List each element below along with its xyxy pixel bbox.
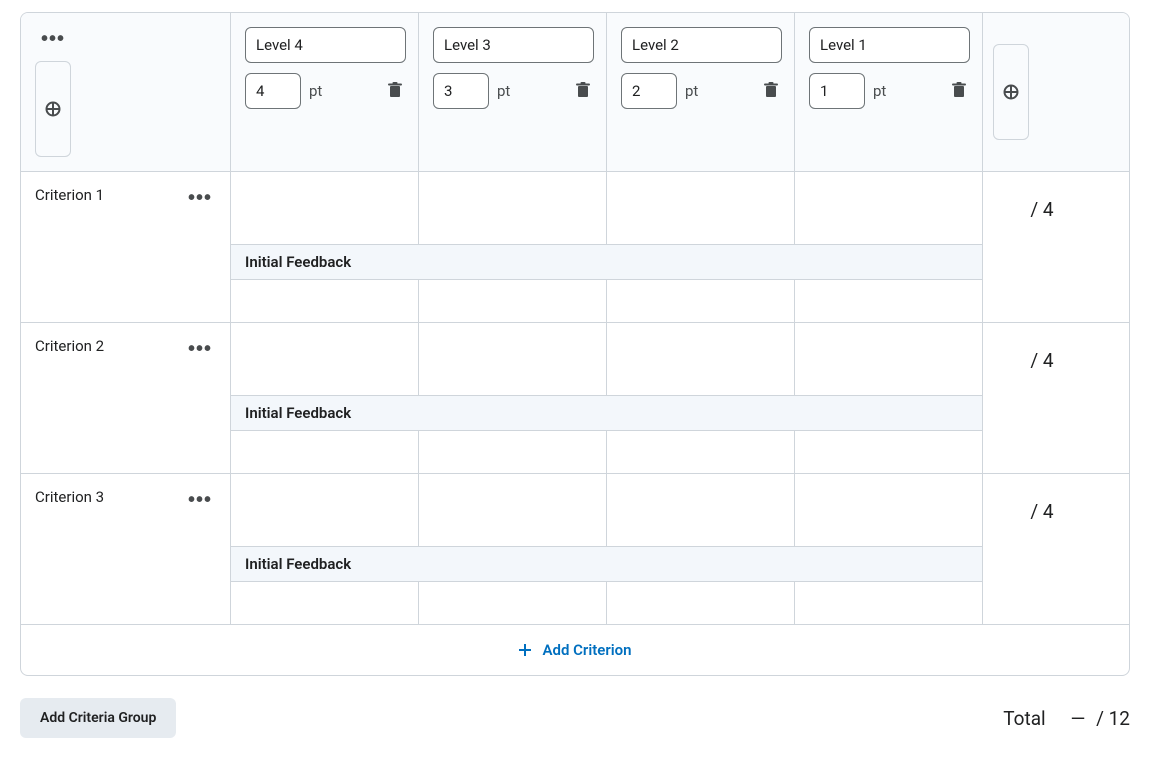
criterion-1-level-2-cell[interactable] xyxy=(607,323,795,395)
criterion-0-feedback-0[interactable] xyxy=(231,280,419,322)
delete-level-button-1[interactable] xyxy=(572,78,594,105)
criterion-levels-0: Initial Feedback xyxy=(231,172,983,322)
criterion-menu-button-1[interactable]: ••• xyxy=(182,337,218,361)
level-header-3: pt xyxy=(795,13,983,171)
delete-level-button-0[interactable] xyxy=(384,78,406,105)
criterion-score-2: / 4 xyxy=(983,474,1101,624)
criterion-2-level-2-cell[interactable] xyxy=(607,474,795,546)
criterion-1-level-1-cell[interactable] xyxy=(419,323,607,395)
criteria-header-cell: ••• xyxy=(21,13,231,171)
delete-level-button-2[interactable] xyxy=(760,78,782,105)
feedback-label-0: Initial Feedback xyxy=(231,244,982,280)
criterion-1-feedback-2[interactable] xyxy=(607,431,795,473)
level-name-input-3[interactable] xyxy=(809,27,970,63)
trash-icon xyxy=(952,82,966,98)
feedback-label-2: Initial Feedback xyxy=(231,546,982,582)
add-criteria-group-button[interactable]: Add Criteria Group xyxy=(20,698,176,738)
delete-level-button-3[interactable] xyxy=(948,78,970,105)
criterion-0-level-3-cell[interactable] xyxy=(795,172,983,244)
criterion-name-cell-0: Criterion 1 ••• xyxy=(21,172,231,322)
criterion-0-feedback-3[interactable] xyxy=(795,280,983,322)
level-points-input-0[interactable] xyxy=(245,73,301,109)
criterion-1-level-0-cell[interactable] xyxy=(231,323,419,395)
level-points-input-2[interactable] xyxy=(621,73,677,109)
level-points-input-1[interactable] xyxy=(433,73,489,109)
criterion-name-2: Criterion 3 xyxy=(35,488,104,506)
add-criterion-label: Add Criterion xyxy=(542,641,631,659)
level-points-row-0: pt xyxy=(245,73,406,109)
rubric-table: ••• pt pt xyxy=(20,12,1130,676)
plus-icon xyxy=(1003,84,1019,100)
plus-icon xyxy=(518,643,532,657)
total-out-of: / 12 xyxy=(1096,707,1130,730)
points-unit-1: pt xyxy=(497,82,510,100)
points-unit-2: pt xyxy=(685,82,698,100)
criterion-0-level-0-cell[interactable] xyxy=(231,172,419,244)
feedback-label-1: Initial Feedback xyxy=(231,395,982,431)
level-points-row-1: pt xyxy=(433,73,594,109)
criterion-1-feedback-3[interactable] xyxy=(795,431,983,473)
points-unit-0: pt xyxy=(309,82,322,100)
criterion-levels-1: Initial Feedback xyxy=(231,323,983,473)
add-level-right-cell xyxy=(983,13,1101,171)
level-points-input-3[interactable] xyxy=(809,73,865,109)
level-header-1: pt xyxy=(419,13,607,171)
criterion-1-level-3-cell[interactable] xyxy=(795,323,983,395)
criterion-name-1: Criterion 2 xyxy=(35,337,104,355)
trash-icon xyxy=(576,82,590,98)
criterion-menu-button-2[interactable]: ••• xyxy=(182,488,218,512)
criterion-row-2: Criterion 3 ••• Initial Feedback / 4 xyxy=(21,474,1129,625)
total-label: Total xyxy=(1003,707,1045,730)
criterion-2-feedback-1[interactable] xyxy=(419,582,607,624)
levels-header-row: ••• pt pt xyxy=(21,13,1129,172)
level-header-0: pt xyxy=(231,13,419,171)
criterion-0-feedback-1[interactable] xyxy=(419,280,607,322)
criterion-0-level-2-cell[interactable] xyxy=(607,172,795,244)
criterion-0-feedback-2[interactable] xyxy=(607,280,795,322)
level-header-2: pt xyxy=(607,13,795,171)
criterion-1-feedback-0[interactable] xyxy=(231,431,419,473)
add-criterion-button[interactable]: Add Criterion xyxy=(21,625,1129,675)
total-score: — xyxy=(1071,707,1086,730)
criterion-levels-2: Initial Feedback xyxy=(231,474,983,624)
criterion-score-0: / 4 xyxy=(983,172,1101,322)
criterion-0-level-1-cell[interactable] xyxy=(419,172,607,244)
points-unit-3: pt xyxy=(873,82,886,100)
level-name-input-0[interactable] xyxy=(245,27,406,63)
trash-icon xyxy=(388,82,402,98)
level-name-input-1[interactable] xyxy=(433,27,594,63)
criterion-1-feedback-1[interactable] xyxy=(419,431,607,473)
criterion-row-1: Criterion 2 ••• Initial Feedback / 4 xyxy=(21,323,1129,474)
footer-row: Add Criteria Group Total — / 12 xyxy=(20,698,1130,738)
criterion-name-cell-2: Criterion 3 ••• xyxy=(21,474,231,624)
group-menu-button[interactable]: ••• xyxy=(35,27,71,51)
add-level-left-button[interactable] xyxy=(35,61,71,157)
criterion-2-level-1-cell[interactable] xyxy=(419,474,607,546)
criterion-menu-button-0[interactable]: ••• xyxy=(182,186,218,210)
criterion-row-0: Criterion 1 ••• Initial Feedback / 4 xyxy=(21,172,1129,323)
level-points-row-3: pt xyxy=(809,73,970,109)
level-name-input-2[interactable] xyxy=(621,27,782,63)
plus-icon xyxy=(45,101,61,117)
criterion-name-0: Criterion 1 xyxy=(35,186,104,204)
trash-icon xyxy=(764,82,778,98)
total-display: Total — / 12 xyxy=(1003,707,1130,730)
criterion-2-feedback-0[interactable] xyxy=(231,582,419,624)
criterion-score-1: / 4 xyxy=(983,323,1101,473)
criterion-2-feedback-2[interactable] xyxy=(607,582,795,624)
criterion-2-level-3-cell[interactable] xyxy=(795,474,983,546)
level-points-row-2: pt xyxy=(621,73,782,109)
criterion-2-level-0-cell[interactable] xyxy=(231,474,419,546)
criterion-name-cell-1: Criterion 2 ••• xyxy=(21,323,231,473)
criterion-2-feedback-3[interactable] xyxy=(795,582,983,624)
add-level-right-button[interactable] xyxy=(993,44,1029,140)
